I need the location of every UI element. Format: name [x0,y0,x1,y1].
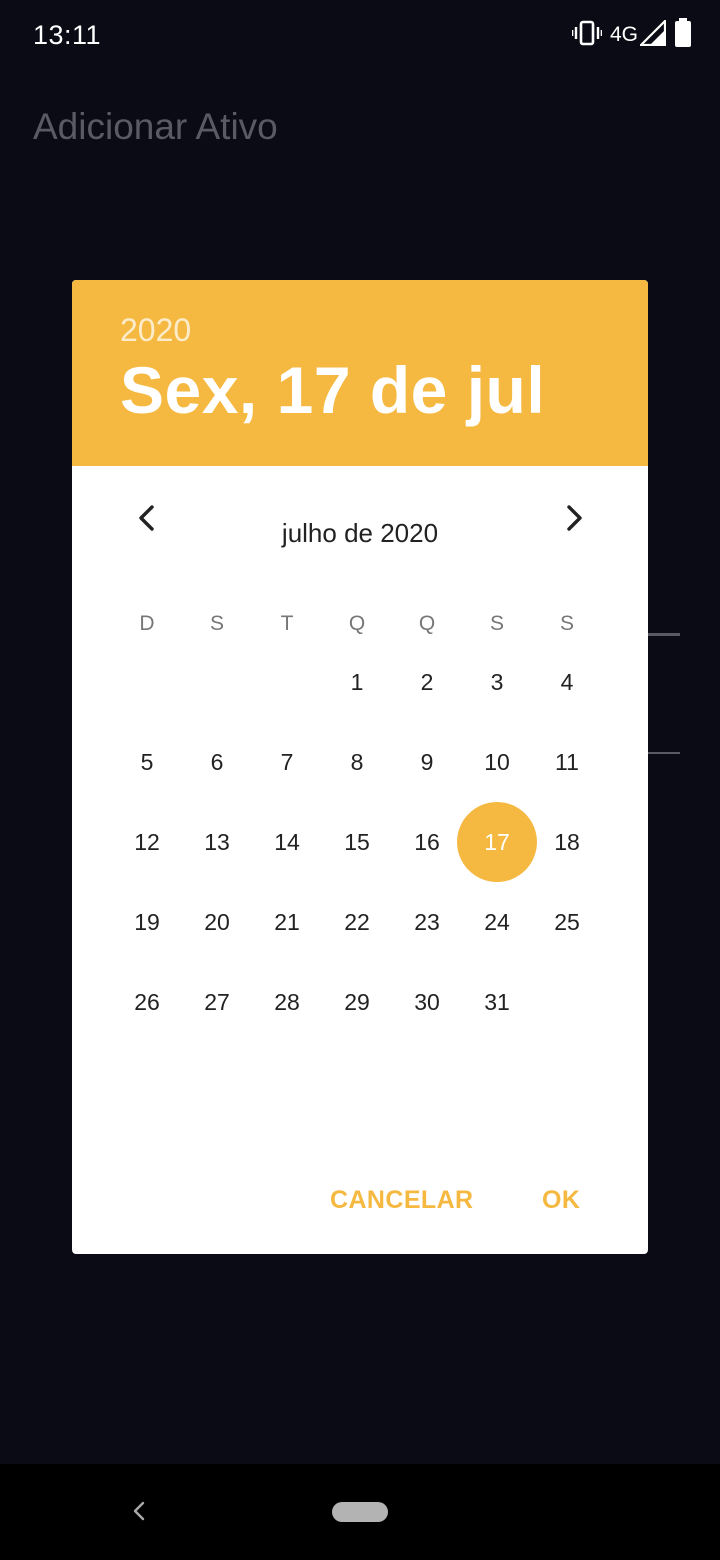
calendar-day[interactable]: 8 [322,722,392,802]
next-month-button[interactable] [554,498,594,538]
status-icons: 4G [571,17,692,53]
weekday-label: Q [418,612,436,635]
day-number: 19 [134,908,160,935]
day-number: 31 [484,988,510,1015]
day-number: 30 [414,988,440,1015]
calendar-day[interactable]: 31 [462,962,532,1042]
weekday-label: S [559,612,574,635]
calendar-day[interactable]: 7 [252,722,322,802]
calendar-grid: 1 2 3 4 5 6 7 8 9 10 11 12 13 14 15 16 17 18 19 20 21 22 23 24 2… [112,662,602,1062]
day-number: 27 [204,988,230,1015]
calendar-day[interactable]: 11 [532,722,602,802]
day-number: 15 [344,828,370,855]
day-number: 13 [204,828,230,855]
day-number: 28 [274,988,300,1015]
calendar-day[interactable]: 28 [252,962,322,1042]
day-number: 25 [554,908,580,935]
status-bar: 13:11 4G [0,0,720,72]
calendar-day[interactable]: 20 [182,882,252,962]
calendar-day[interactable]: 27 [182,962,252,1042]
weekday-label: T [280,612,294,635]
day-number: 8 [350,748,364,775]
year-selector[interactable]: 2020 [120,312,191,349]
calendar-day[interactable]: 15 [322,802,392,882]
calendar-day[interactable]: 3 [462,642,532,722]
calendar-day[interactable]: 6 [182,722,252,802]
calendar-day[interactable]: 24 [462,882,532,962]
day-number: 4 [560,668,574,695]
vibrate-icon [571,19,603,52]
day-number: 16 [414,828,440,855]
day-number: 3 [490,668,504,695]
weekday-label: D [139,612,155,635]
calendar-day[interactable]: 18 [532,802,602,882]
day-number: 21 [274,908,300,935]
calendar-day[interactable]: 22 [322,882,392,962]
date-picker-dialog: 2020 Sex, 17 de jul julho de 2020 D S T Q Q S… [72,280,648,1254]
day-number: 22 [344,908,370,935]
day-number: 9 [420,748,434,775]
day-number: 18 [554,828,580,855]
day-number: 24 [484,908,510,935]
weekday-header: DSTQQSS [112,612,602,642]
calendar-day[interactable]: 29 [322,962,392,1042]
day-number: 6 [210,748,224,775]
day-number: 20 [204,908,230,935]
day-number: 10 [484,748,510,775]
page-title: Adicionar Ativo [33,106,278,147]
system-nav-bar [0,1464,720,1560]
day-number: 2 [420,668,434,695]
day-number: 7 [280,748,294,775]
network-type: 4G [609,23,638,46]
day-number: 12 [134,828,160,855]
ok-button[interactable]: OK [542,1170,580,1230]
calendar-day[interactable]: 1 [322,642,392,722]
cancel-button[interactable]: CANCELAR [330,1170,473,1230]
weekday-label: Q [348,612,366,635]
calendar-day[interactable]: 4 [532,642,602,722]
weekday-label: S [209,612,224,635]
status-time: 13:11 [33,20,102,50]
selected-date[interactable]: Sex, 17 de jul [120,352,545,428]
day-number: 26 [134,988,160,1015]
day-number: 23 [414,908,440,935]
date-picker-header: 2020 Sex, 17 de jul [72,280,648,466]
home-pill[interactable] [332,1502,388,1522]
calendar-day[interactable]: 26 [112,962,182,1042]
chevron-right-icon [567,505,582,531]
calendar-day[interactable]: 23 [392,882,462,962]
battery-icon [674,17,692,53]
calendar-day[interactable]: 25 [532,882,602,962]
calendar-day[interactable]: 21 [252,882,322,962]
dialog-actions: CANCELAR OK [72,1170,648,1230]
weekday-label: S [489,612,504,635]
back-icon [133,1501,145,1521]
calendar-day[interactable]: 12 [112,802,182,882]
calendar-day[interactable]: 16 [392,802,462,882]
day-number: 17 [484,828,510,855]
day-number: 1 [350,668,364,695]
day-number: 29 [344,988,370,1015]
back-button[interactable] [124,1496,154,1526]
calendar-day[interactable]: 10 [462,722,532,802]
calendar-day[interactable]: 14 [252,802,322,882]
month-navigation: julho de 2020 [72,466,648,566]
calendar-day[interactable]: 19 [112,882,182,962]
day-number: 5 [140,748,154,775]
calendar-day[interactable]: 9 [392,722,462,802]
calendar-day[interactable]: 30 [392,962,462,1042]
calendar-day[interactable]: 13 [182,802,252,882]
calendar-day[interactable]: 5 [112,722,182,802]
day-number: 14 [274,828,300,855]
day-number: 11 [555,748,579,775]
calendar-day[interactable]: 2 [392,642,462,722]
signal-icon [638,17,667,51]
selected-day[interactable]: 17 [457,802,537,882]
